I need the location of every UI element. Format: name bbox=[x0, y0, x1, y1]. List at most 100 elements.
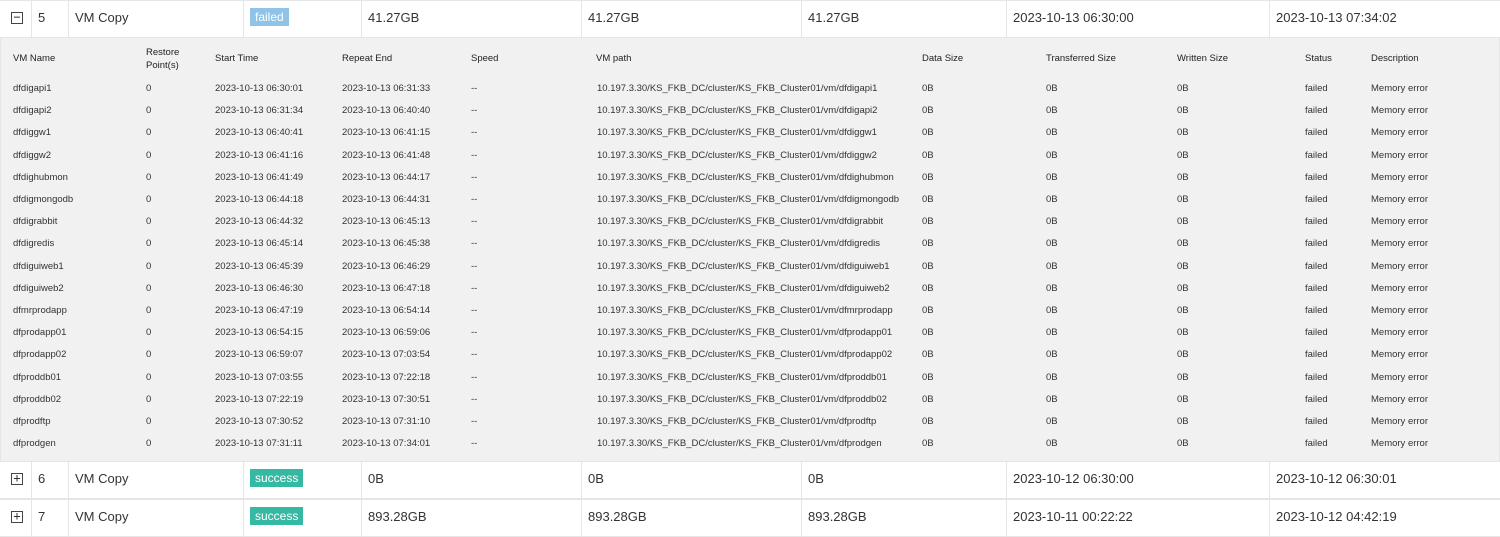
description-cell: Memory error bbox=[1371, 83, 1429, 94]
status-cell: failed bbox=[1305, 171, 1328, 183]
speed-cell: -- bbox=[471, 349, 478, 361]
restore-points-cell: 0 bbox=[146, 282, 152, 294]
repeat-end-cell: 2023-10-13 07:03:54 bbox=[342, 349, 431, 361]
detail-row: dfmrprodapp 0 2023-10-13 06:47:19 2023-10-1… bbox=[1, 300, 1499, 322]
restore-points-cell: 0 bbox=[146, 149, 152, 161]
data-size-cell: 0B bbox=[922, 416, 934, 427]
data-size-cell: 0B bbox=[922, 371, 934, 383]
header-data-size: Data Size bbox=[922, 53, 964, 64]
detail-row: dfprodgen 0 2023-10-13 07:31:11 2023-10-13 … bbox=[1, 433, 1499, 455]
status-cell: failed bbox=[1305, 393, 1328, 405]
job-transferred-size: 0B bbox=[581, 462, 801, 498]
vm-name-cell: dfdigapi1 bbox=[13, 83, 52, 94]
header-vm-name: VM Name bbox=[13, 53, 56, 64]
repeat-end-cell: 2023-10-13 06:44:31 bbox=[342, 194, 431, 205]
vm-path-cell: 10.197.3.30/KS_FKB_DC/cluster/KS_FKB_Clu… bbox=[597, 83, 878, 94]
description-cell: Memory error bbox=[1371, 216, 1429, 228]
detail-row: dfdiguiweb2 0 2023-10-13 06:46:30 2023-10-1… bbox=[1, 278, 1499, 300]
vm-name-cell: dfproddb01 bbox=[13, 371, 62, 383]
detail-row: dfdiggw2 0 2023-10-13 06:41:16 2023-10-13 0… bbox=[1, 145, 1499, 167]
vm-path-cell: 10.197.3.30/KS_FKB_DC/cluster/KS_FKB_Clu… bbox=[597, 393, 887, 405]
restore-points-cell: 0 bbox=[146, 171, 152, 183]
repeat-end-cell: 2023-10-13 07:31:10 bbox=[342, 416, 431, 427]
speed-cell: -- bbox=[471, 105, 478, 117]
restore-points-cell: 0 bbox=[146, 105, 152, 117]
transferred-size-cell: 0B bbox=[1046, 349, 1058, 361]
vm-name-cell: dfdiguiweb1 bbox=[13, 260, 64, 272]
vm-path-cell: 10.197.3.30/KS_FKB_DC/cluster/KS_FKB_Clu… bbox=[597, 282, 890, 294]
detail-row: dfdigmongodb 0 2023-10-13 06:44:18 2023-10-… bbox=[1, 189, 1499, 211]
data-size-cell: 0B bbox=[922, 83, 934, 94]
speed-cell: -- bbox=[471, 260, 478, 272]
status-cell: failed bbox=[1305, 416, 1328, 427]
description-cell: Memory error bbox=[1371, 349, 1429, 361]
vm-path-cell: 10.197.3.30/KS_FKB_DC/cluster/KS_FKB_Clu… bbox=[597, 416, 877, 427]
restore-points-cell: 0 bbox=[146, 416, 152, 427]
start-time-cell: 2023-10-13 07:31:11 bbox=[215, 438, 303, 450]
speed-cell: -- bbox=[471, 438, 478, 450]
data-size-cell: 0B bbox=[922, 149, 934, 161]
header-vm-path: VM path bbox=[596, 53, 632, 64]
transferred-size-cell: 0B bbox=[1046, 83, 1058, 94]
status-cell: success bbox=[243, 462, 361, 498]
repeat-end-cell: 2023-10-13 06:44:17 bbox=[342, 171, 431, 183]
start-time-cell: 2023-10-13 06:41:16 bbox=[215, 149, 304, 161]
vm-path-cell: 10.197.3.30/KS_FKB_DC/cluster/KS_FKB_Clu… bbox=[597, 438, 882, 450]
job-row: + 7 VM Copy success 893.28GB 893.28GB 89… bbox=[0, 499, 1500, 537]
header-start-time: Start Time bbox=[215, 53, 259, 64]
detail-row: dfdighubmon 0 2023-10-13 06:41:49 2023-10-1… bbox=[1, 167, 1499, 189]
vm-path-cell: 10.197.3.30/KS_FKB_DC/cluster/KS_FKB_Clu… bbox=[597, 216, 884, 228]
vm-name-cell: dfprodapp01 bbox=[13, 327, 67, 339]
data-size-cell: 0B bbox=[922, 105, 934, 117]
description-cell: Memory error bbox=[1371, 416, 1429, 427]
vm-name-cell: dfprodftp bbox=[13, 416, 51, 427]
written-size-cell: 0B bbox=[1177, 238, 1189, 250]
description-cell: Memory error bbox=[1371, 327, 1429, 339]
detail-row: dfdigapi2 0 2023-10-13 06:31:34 2023-10-13 … bbox=[1, 100, 1499, 122]
start-time-cell: 2023-10-13 06:54:15 bbox=[215, 327, 304, 339]
speed-cell: -- bbox=[471, 416, 478, 427]
status-cell: failed bbox=[243, 1, 361, 37]
vm-path-cell: 10.197.3.30/KS_FKB_DC/cluster/KS_FKB_Clu… bbox=[597, 194, 900, 205]
start-time-cell: 2023-10-13 06:41:49 bbox=[215, 171, 304, 183]
restore-points-cell: 0 bbox=[146, 327, 152, 339]
job-type: VM Copy bbox=[68, 462, 243, 498]
speed-cell: -- bbox=[471, 127, 478, 139]
written-size-cell: 0B bbox=[1177, 149, 1189, 161]
written-size-cell: 0B bbox=[1177, 171, 1189, 183]
vm-path-cell: 10.197.3.30/KS_FKB_DC/cluster/KS_FKB_Clu… bbox=[597, 171, 894, 183]
description-cell: Memory error bbox=[1371, 260, 1429, 272]
restore-points-cell: 0 bbox=[146, 393, 152, 405]
transferred-size-cell: 0B bbox=[1046, 327, 1058, 339]
transferred-size-cell: 0B bbox=[1046, 305, 1058, 316]
vm-detail-table: VM Name Restore Point(s) Start Time Repe… bbox=[0, 38, 1500, 461]
detail-row: dfdiggw1 0 2023-10-13 06:40:41 2023-10-13 0… bbox=[1, 122, 1499, 144]
transferred-size-cell: 0B bbox=[1046, 127, 1058, 139]
collapse-icon[interactable]: − bbox=[11, 11, 23, 24]
description-cell: Memory error bbox=[1371, 238, 1429, 250]
speed-cell: -- bbox=[471, 282, 478, 294]
status-cell: failed bbox=[1305, 238, 1328, 250]
header-restore-points-line1: Restore bbox=[146, 47, 180, 58]
transferred-size-cell: 0B bbox=[1046, 393, 1058, 405]
transferred-size-cell: 0B bbox=[1046, 282, 1058, 294]
status-badge: success bbox=[250, 507, 304, 525]
restore-points-cell: 0 bbox=[146, 305, 152, 316]
written-size-cell: 0B bbox=[1177, 282, 1189, 294]
description-cell: Memory error bbox=[1371, 127, 1429, 139]
expand-icon[interactable]: + bbox=[11, 510, 23, 523]
job-row: − 5 VM Copy failed 41.27GB 41.27GB 41.27… bbox=[0, 0, 1500, 38]
header-description: Description bbox=[1371, 53, 1419, 64]
restore-points-cell: 0 bbox=[146, 127, 152, 139]
written-size-cell: 0B bbox=[1177, 260, 1189, 272]
start-time-cell: 2023-10-13 06:44:32 bbox=[215, 216, 304, 228]
expand-icon[interactable]: + bbox=[11, 472, 23, 485]
written-size-cell: 0B bbox=[1177, 371, 1189, 383]
written-size-cell: 0B bbox=[1177, 438, 1189, 450]
data-size-cell: 0B bbox=[922, 282, 934, 294]
vm-path-cell: 10.197.3.30/KS_FKB_DC/cluster/KS_FKB_Clu… bbox=[597, 371, 887, 383]
repeat-end-cell: 2023-10-13 07:30:51 bbox=[342, 393, 431, 405]
written-size-cell: 0B bbox=[1177, 216, 1189, 228]
detail-row: dfprodapp01 0 2023-10-13 06:54:15 2023-10-1… bbox=[1, 322, 1499, 344]
job-type: VM Copy bbox=[68, 1, 243, 37]
